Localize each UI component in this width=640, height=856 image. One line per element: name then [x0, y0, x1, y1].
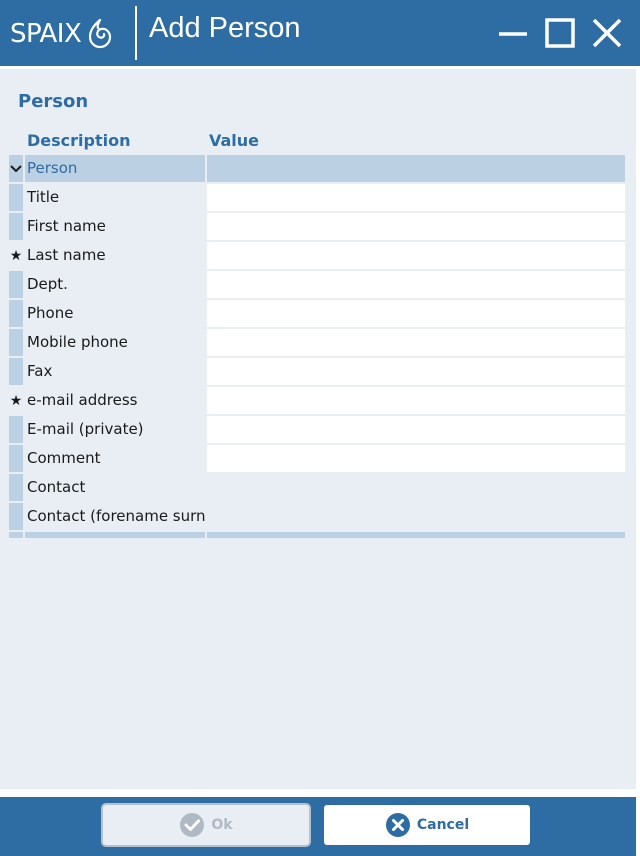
property-label: Contact	[27, 478, 86, 496]
column-header-value: Value	[209, 131, 260, 150]
email-private-field[interactable]	[207, 416, 625, 443]
property-label: Mobile phone	[27, 333, 128, 351]
title-divider	[135, 6, 137, 60]
property-row: Comment	[9, 445, 625, 474]
property-label: Comment	[27, 449, 101, 467]
row-marker	[9, 271, 23, 298]
property-row: First name	[9, 213, 625, 242]
section-title: Person	[18, 91, 89, 112]
contact-forename-value[interactable]	[207, 503, 625, 530]
property-label: Dept.	[27, 275, 68, 293]
maximize-icon	[545, 18, 575, 48]
property-label: Contact (forename surna	[27, 507, 205, 525]
grid-bottom-border	[9, 532, 625, 538]
required-star-icon: ★	[9, 247, 23, 264]
group-row-person[interactable]: Person	[9, 155, 625, 184]
property-row: Contact	[9, 474, 625, 503]
phone-field[interactable]	[207, 300, 625, 327]
property-row: ★ Last name	[9, 242, 625, 271]
comment-field[interactable]	[207, 445, 625, 472]
row-marker	[9, 416, 23, 443]
first-name-field[interactable]	[207, 213, 625, 240]
property-row: Title	[9, 184, 625, 213]
property-row: Contact (forename surna	[9, 503, 625, 532]
required-star-icon: ★	[9, 392, 23, 409]
mobile-phone-field[interactable]	[207, 329, 625, 356]
property-label: First name	[27, 217, 106, 235]
property-row: E-mail (private)	[9, 416, 625, 445]
swirl-logo-icon	[89, 18, 112, 49]
chevron-down-icon[interactable]	[9, 155, 23, 182]
property-label: Last name	[27, 246, 106, 264]
logo-text: SPAIX	[10, 19, 82, 49]
row-marker	[9, 300, 23, 327]
property-row: Fax	[9, 358, 625, 387]
row-marker	[9, 445, 23, 472]
group-value-area	[207, 155, 625, 182]
cancel-circle-icon	[385, 813, 410, 837]
app-logo: SPAIX	[10, 14, 115, 54]
title-bar: SPAIX Add Person	[0, 0, 640, 66]
property-grid: Person Title First name ★ Last name Dept…	[9, 155, 625, 538]
property-row: Phone	[9, 300, 625, 329]
property-row: Dept.	[9, 271, 625, 300]
email-field[interactable]	[207, 387, 625, 414]
property-row: ★ e-mail address	[9, 387, 625, 416]
ok-button[interactable]: Ok	[101, 803, 311, 847]
content-panel: Person Description Value Person Title Fi…	[0, 69, 636, 789]
property-label: Title	[27, 188, 60, 206]
row-marker	[9, 503, 23, 530]
contact-value[interactable]	[207, 474, 625, 501]
row-marker	[9, 474, 23, 501]
ok-label: Ok	[211, 817, 233, 833]
cancel-button[interactable]: Cancel	[322, 803, 532, 847]
title-field[interactable]	[207, 184, 625, 211]
checkmark-circle-icon	[180, 813, 205, 837]
property-label: Fax	[27, 362, 53, 380]
row-marker	[9, 184, 23, 211]
cancel-label: Cancel	[416, 817, 470, 833]
row-marker	[9, 329, 23, 356]
fax-field[interactable]	[207, 358, 625, 385]
dept-field[interactable]	[207, 271, 625, 298]
row-marker	[9, 213, 23, 240]
property-row: Mobile phone	[9, 329, 625, 358]
close-button[interactable]	[590, 14, 624, 50]
group-label: Person	[25, 155, 205, 182]
column-header-description: Description	[27, 131, 131, 150]
minimize-button[interactable]	[496, 14, 530, 50]
dialog-footer: Ok Cancel	[0, 797, 636, 856]
maximize-button[interactable]	[543, 14, 577, 50]
row-marker	[9, 358, 23, 385]
window-title: Add Person	[149, 12, 301, 44]
property-label: E-mail (private)	[27, 420, 144, 438]
minimize-icon	[499, 32, 527, 36]
property-label: e-mail address	[27, 391, 138, 409]
last-name-field[interactable]	[207, 242, 625, 269]
property-label: Phone	[27, 304, 74, 322]
close-icon	[592, 18, 622, 48]
